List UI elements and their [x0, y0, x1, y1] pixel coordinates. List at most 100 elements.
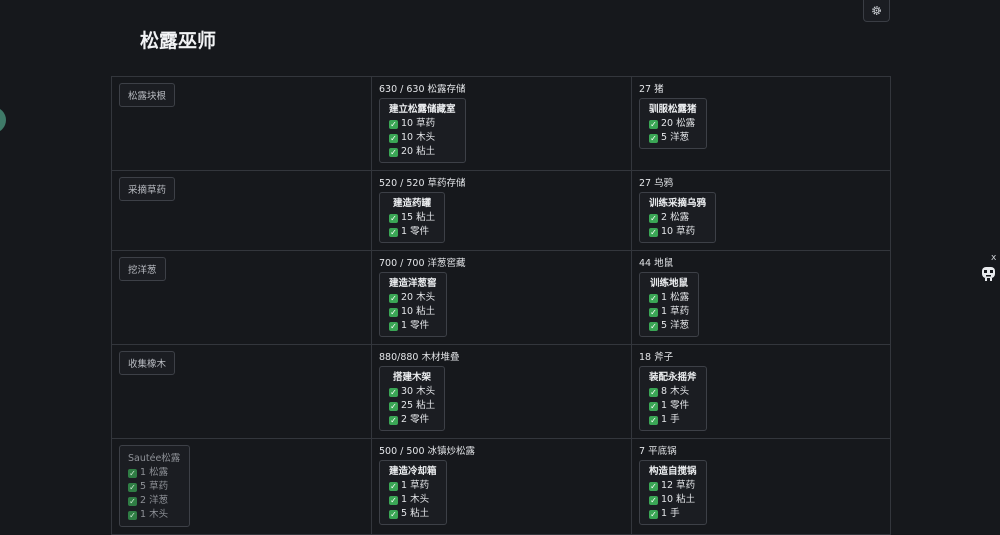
action-requirements: ✓ 1 松露 ✓ 5 草药 ✓ 2 洋葱 ✓ 1 木头 — [128, 466, 180, 522]
requirement-text: 5 粘土 — [401, 508, 430, 519]
requirement-item: ✓ 2 松露 — [649, 211, 706, 225]
requirement-text: 25 粘土 — [401, 400, 436, 411]
requirement-text: 10 粘土 — [401, 306, 436, 317]
check-mark-icon: ✓ — [389, 294, 398, 303]
requirement-item: ✓ 2 零件 — [389, 413, 435, 427]
requirement-text: 20 粘土 — [401, 146, 436, 157]
storage-status: 700 / 700 洋葱窖藏 — [379, 258, 466, 269]
requirement-text: 1 草药 — [401, 480, 430, 491]
requirement-item: ✓ 10 粘土 — [389, 305, 437, 319]
action-button[interactable]: 挖洋葱 — [119, 257, 166, 281]
card-title: 建立松露储藏室 — [389, 104, 456, 115]
requirement-text: 1 松露 — [661, 292, 690, 303]
storage-status: 520 / 520 草药存储 — [379, 178, 466, 189]
unit-status: 27 猪 — [639, 84, 664, 95]
unit-status: 27 乌鸦 — [639, 178, 674, 189]
requirement-text: 5 草药 — [140, 481, 169, 492]
table-row: 采摘草药 520 / 520 草药存储 建造药罐 ✓ 15 粘土 ✓ 1 零件 27 乌鸦 训练… — [111, 170, 891, 251]
card-title: 建造药罐 — [393, 198, 432, 209]
requirement-item: ✓ 1 松露 — [649, 291, 689, 305]
check-mark-icon: ✓ — [389, 120, 398, 129]
requirement-item: ✓ 1 零件 — [389, 319, 437, 333]
requirement-text: 2 零件 — [401, 414, 430, 425]
card-title: 驯服松露猪 — [649, 104, 697, 115]
unit-status: 18 斧子 — [639, 352, 674, 363]
unit-cell: 7 平底锅 构造自搅锅 ✓ 12 草药 ✓ 10 粘土 ✓ 1 手 — [631, 438, 891, 535]
action-cell: 松露块根 — [111, 76, 372, 171]
requirement-item: ✓ 1 零件 — [649, 399, 697, 413]
requirement-text: 30 木头 — [401, 386, 436, 397]
requirement-text: 2 松露 — [661, 212, 690, 223]
storage-cell: 880/880 木材堆叠搭建木架 ✓ 30 木头 ✓ 25 粘土 ✓ 2 零件 — [371, 344, 632, 439]
build-storage-card[interactable]: 建造冷却箱 ✓ 1 草药 ✓ 1 木头 ✓ 5 粘土 — [379, 460, 447, 525]
requirement-text: 15 粘土 — [401, 212, 436, 223]
requirement-item: ✓ 1 零件 — [389, 225, 435, 239]
storage-status: 880/880 木材堆叠 — [379, 352, 460, 363]
requirement-item: ✓ 5 洋葱 — [649, 131, 697, 145]
check-mark-icon: ✓ — [389, 416, 398, 425]
unit-status: 7 平底锅 — [639, 446, 677, 457]
action-button[interactable]: 松露块根 — [119, 83, 176, 107]
build-storage-card[interactable]: 搭建木架 ✓ 30 木头 ✓ 25 粘土 ✓ 2 零件 — [379, 366, 446, 431]
settings-button[interactable] — [863, 0, 890, 22]
check-mark-icon: ✓ — [389, 510, 398, 519]
requirement-text: 5 洋葱 — [661, 320, 690, 331]
requirement-item: ✓ 10 木头 — [389, 131, 456, 145]
build-storage-card[interactable]: 建造药罐 ✓ 15 粘土 ✓ 1 零件 — [379, 192, 446, 243]
card-title: 建造洋葱窖 — [389, 278, 437, 289]
check-mark-icon: ✓ — [649, 388, 658, 397]
train-unit-card[interactable]: 装配永摇斧 ✓ 8 木头 ✓ 1 零件 ✓ 1 手 — [639, 366, 707, 431]
build-storage-card[interactable]: 建造洋葱窖 ✓ 20 木头 ✓ 10 粘土 ✓ 1 零件 — [379, 272, 447, 337]
card-title: 构造自搅锅 — [649, 466, 697, 477]
mascot-icon[interactable] — [980, 264, 997, 282]
requirement-item: ✓ 5 粘土 — [389, 507, 437, 521]
side-panel-handle[interactable] — [0, 107, 6, 133]
table-row: 挖洋葱 700 / 700 洋葱窖藏 建造洋葱窖 ✓ 20 木头 ✓ 10 粘土 ✓ 1 零件 4… — [111, 250, 891, 345]
card-title: 装配永摇斧 — [649, 372, 697, 383]
requirement-text: 1 手 — [661, 508, 680, 519]
train-unit-card[interactable]: 训练采摘乌鸦 ✓ 2 松露 ✓ 10 草药 — [639, 192, 717, 243]
requirement-item: ✓ 20 松露 — [649, 117, 697, 131]
requirement-text: 5 洋葱 — [661, 132, 690, 143]
requirement-item: ✓ 1 手 — [649, 507, 697, 521]
storage-status: 500 / 500 冰镇炒松露 — [379, 446, 476, 457]
check-mark-icon: ✓ — [649, 482, 658, 491]
train-unit-card[interactable]: 驯服松露猪 ✓ 20 松露 ✓ 5 洋葱 — [639, 98, 707, 149]
requirement-item: ✓ 15 粘土 — [389, 211, 435, 225]
unit-cell: 27 猪驯服松露猪 ✓ 20 松露 ✓ 5 洋葱 — [631, 76, 891, 171]
action-button[interactable]: 收集橡木 — [119, 351, 176, 375]
table-row: 收集橡木 880/880 木材堆叠 搭建木架 ✓ 30 木头 ✓ 25 粘土 ✓ 2 零件 18 … — [111, 344, 891, 439]
resource-table: 松露块根 630 / 630 松露存储 建立松露储藏室 ✓ 10 草药 ✓ 10 木头 ✓ 20… — [111, 76, 891, 535]
requirement-item: ✓ 1 草药 — [389, 479, 437, 493]
build-storage-card[interactable]: 建立松露储藏室 ✓ 10 草药 ✓ 10 木头 ✓ 20 粘土 — [379, 98, 466, 163]
check-mark-icon: ✓ — [389, 228, 398, 237]
action-cell: 挖洋葱 — [111, 250, 372, 345]
check-mark-icon: ✓ — [128, 511, 137, 520]
action-button[interactable]: Sautée松露 ✓ 1 松露 ✓ 5 草药 ✓ 2 洋葱 ✓ 1 木头 — [119, 445, 191, 527]
storage-cell: 520 / 520 草药存储 建造药罐 ✓ 15 粘土 ✓ 1 零件 — [371, 170, 632, 251]
check-mark-icon: ✓ — [649, 322, 658, 331]
check-mark-icon: ✓ — [649, 228, 658, 237]
train-unit-card[interactable]: 构造自搅锅 ✓ 12 草药 ✓ 10 粘土 ✓ 1 手 — [639, 460, 707, 525]
gear-icon — [871, 1, 882, 20]
requirement-item: ✓ 25 粘土 — [389, 399, 435, 413]
requirement-item: ✓ 12 草药 — [649, 479, 697, 493]
train-unit-card[interactable]: 训练地鼠 ✓ 1 松露 ✓ 1 草药 ✓ 5 洋葱 — [639, 272, 700, 337]
requirement-text: 20 松露 — [661, 118, 696, 129]
requirement-text: 1 零件 — [401, 226, 430, 237]
requirement-text: 10 木头 — [401, 132, 436, 143]
requirement-item: ✓ 8 木头 — [649, 385, 697, 399]
requirement-item: ✓ 10 粘土 — [649, 493, 697, 507]
requirement-text: 1 木头 — [140, 509, 169, 520]
requirement-text: 10 粘土 — [661, 494, 696, 505]
requirement-item: ✓ 1 手 — [649, 413, 697, 427]
close-button[interactable]: x — [991, 253, 996, 263]
check-mark-icon: ✓ — [389, 482, 398, 491]
action-button[interactable]: 采摘草药 — [119, 177, 176, 201]
requirement-item: ✓ 20 粘土 — [389, 145, 456, 159]
table-row: 松露块根 630 / 630 松露存储 建立松露储藏室 ✓ 10 草药 ✓ 10 木头 ✓ 20… — [111, 76, 891, 171]
requirement-text: 20 木头 — [401, 292, 436, 303]
requirement-item: ✓ 20 木头 — [389, 291, 437, 305]
card-title: 搭建木架 — [393, 372, 432, 383]
storage-cell: 630 / 630 松露存储 建立松露储藏室 ✓ 10 草药 ✓ 10 木头 ✓ 20 粘土 — [371, 76, 632, 171]
